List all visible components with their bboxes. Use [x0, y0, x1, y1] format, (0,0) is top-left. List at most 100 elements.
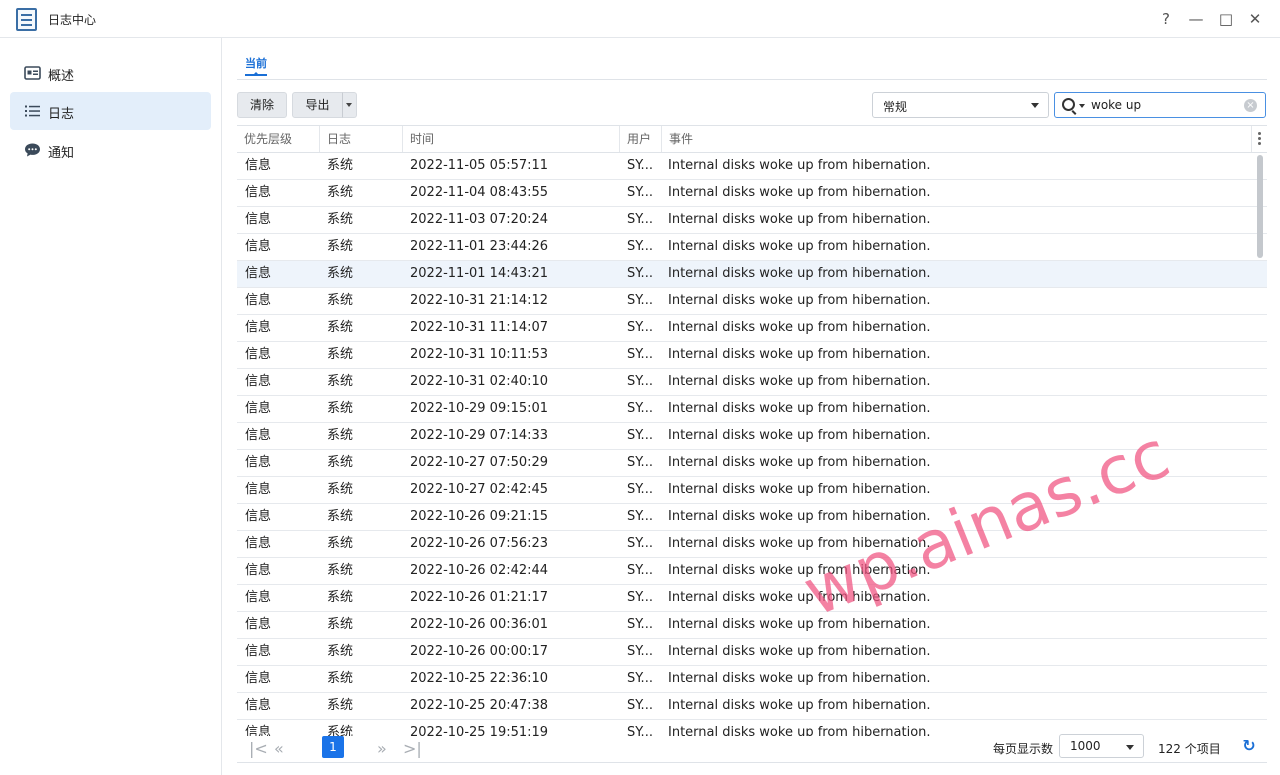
table-row[interactable]: 信息 系统 2022-10-31 21:14:12 SY... Internal dis… — [237, 288, 1267, 315]
clear-button[interactable]: 清除 — [237, 92, 287, 118]
table-row[interactable]: 信息 系统 2022-11-05 05:57:11 SY... Internal dis… — [237, 153, 1267, 180]
table-row[interactable]: 信息 系统 2022-10-26 00:00:17 SY... Internal dis… — [237, 639, 1267, 666]
cell-time: 2022-11-01 14:43:21 — [410, 266, 549, 281]
table-row[interactable]: 信息 系统 2022-10-26 02:42:44 SY... Internal dis… — [237, 558, 1267, 585]
cell-user: SY... — [627, 428, 653, 443]
cell-user: SY... — [627, 563, 653, 578]
per-page-select[interactable]: 1000 — [1059, 734, 1144, 758]
level-filter-select[interactable]: 常规 — [872, 92, 1049, 118]
cell-priority: 信息 — [245, 455, 272, 470]
table-row[interactable]: 信息 系统 2022-10-27 02:42:45 SY... Internal dis… — [237, 477, 1267, 504]
cell-log: 系统 — [327, 644, 354, 659]
sidebar: 概述 日志 通知 — [0, 38, 222, 775]
cell-user: SY... — [627, 374, 653, 389]
export-button[interactable]: 导出 — [292, 92, 343, 118]
column-header-priority[interactable]: 优先层级 — [237, 126, 320, 152]
scrollbar-thumb[interactable] — [1257, 155, 1263, 258]
cell-log: 系统 — [327, 185, 354, 200]
next-page-icon[interactable]: » — [377, 739, 387, 758]
cell-time: 2022-11-01 23:44:26 — [410, 239, 549, 254]
table-row[interactable]: 信息 系统 2022-10-26 07:56:23 SY... Internal dis… — [237, 531, 1267, 558]
sidebar-item-logs[interactable]: 日志 — [10, 92, 211, 130]
cell-event: Internal disks woke up from hibernation. — [668, 563, 931, 578]
cell-priority: 信息 — [245, 239, 272, 254]
table-row[interactable]: 信息 系统 2022-11-03 07:20:24 SY... Internal dis… — [237, 207, 1267, 234]
cell-log: 系统 — [327, 698, 354, 713]
maximize-button[interactable]: □ — [1215, 8, 1237, 30]
cell-time: 2022-10-25 19:51:19 — [410, 725, 549, 736]
table-row[interactable]: 信息 系统 2022-10-29 09:15:01 SY... Internal dis… — [237, 396, 1267, 423]
table-row[interactable]: 信息 系统 2022-10-31 11:14:07 SY... Internal dis… — [237, 315, 1267, 342]
chat-icon — [25, 143, 40, 157]
cell-priority: 信息 — [245, 320, 272, 335]
cell-user: SY... — [627, 347, 653, 362]
table-row[interactable]: 信息 系统 2022-10-31 02:40:10 SY... Internal dis… — [237, 369, 1267, 396]
table-row[interactable]: 信息 系统 2022-10-26 00:36:01 SY... Internal dis… — [237, 612, 1267, 639]
per-page-value: 1000 — [1070, 739, 1101, 753]
cell-log: 系统 — [327, 320, 354, 335]
previous-page-icon[interactable]: « — [274, 739, 284, 758]
export-dropdown-button[interactable] — [342, 92, 357, 118]
chevron-down-icon — [1126, 745, 1134, 750]
cell-user: SY... — [627, 698, 653, 713]
cell-log: 系统 — [327, 590, 354, 605]
cell-log: 系统 — [327, 212, 354, 227]
search-input[interactable] — [1091, 96, 1241, 114]
table-row[interactable]: 信息 系统 2022-11-04 08:43:55 SY... Internal dis… — [237, 180, 1267, 207]
cell-user: SY... — [627, 617, 653, 632]
cell-priority: 信息 — [245, 671, 272, 686]
minimize-button[interactable]: — — [1185, 8, 1207, 30]
table-row[interactable]: 信息 系统 2022-10-27 07:50:29 SY... Internal dis… — [237, 450, 1267, 477]
cell-log: 系统 — [327, 482, 354, 497]
sidebar-item-notifications[interactable]: 通知 — [10, 131, 211, 169]
cell-priority: 信息 — [245, 347, 272, 362]
cell-log: 系统 — [327, 293, 354, 308]
table-row[interactable]: 信息 系统 2022-10-29 07:14:33 SY... Internal dis… — [237, 423, 1267, 450]
search-options-chevron-icon[interactable] — [1079, 104, 1085, 108]
cell-event: Internal disks woke up from hibernation. — [668, 401, 931, 416]
main-panel: 当前 清除 导出 常规 × 优先层级 日志 时间 用户 事件 信息系统2022-… — [223, 38, 1280, 775]
cell-event: Internal disks woke up from hibernation. — [668, 158, 931, 173]
cell-user: SY... — [627, 158, 653, 173]
current-page-button[interactable]: 1 — [322, 736, 344, 758]
cell-priority: 信息 — [245, 590, 272, 605]
clear-search-icon[interactable]: × — [1244, 99, 1257, 112]
cell-user: SY... — [627, 185, 653, 200]
cell-log: 系统 — [327, 455, 354, 470]
chevron-down-icon — [1031, 103, 1039, 108]
last-page-icon[interactable]: >| — [403, 739, 422, 758]
cell-user: SY... — [627, 293, 653, 308]
sidebar-item-overview[interactable]: 概述 — [10, 54, 211, 92]
cell-user: SY... — [627, 536, 653, 551]
cell-time: 2022-11-03 07:20:24 — [410, 212, 549, 227]
level-filter-value: 常规 — [883, 100, 908, 114]
first-page-icon[interactable]: |< — [249, 739, 268, 758]
table-row[interactable]: 信息 系统 2022-10-25 22:36:10 SY... Internal dis… — [237, 666, 1267, 693]
search-box: × — [1054, 92, 1266, 118]
cell-event: Internal disks woke up from hibernation. — [668, 374, 931, 389]
search-icon[interactable] — [1062, 98, 1075, 111]
table-row[interactable]: 信息 系统 2022-10-25 20:47:38 SY... Internal dis… — [237, 693, 1267, 720]
table-row[interactable]: 信息 系统 2022-10-26 01:21:17 SY... Internal dis… — [237, 585, 1267, 612]
refresh-icon[interactable]: ↻ — [1239, 736, 1259, 756]
cell-event: Internal disks woke up from hibernation. — [668, 617, 931, 632]
tab-current[interactable]: 当前 — [245, 55, 267, 71]
cell-log: 系统 — [327, 374, 354, 389]
column-header-user[interactable]: 用户 — [620, 126, 662, 152]
table-row[interactable]: 信息 系统 2022-10-31 10:11:53 SY... Internal dis… — [237, 342, 1267, 369]
cell-time: 2022-10-31 11:14:07 — [410, 320, 549, 335]
cell-time: 2022-10-25 20:47:38 — [410, 698, 549, 713]
cell-time: 2022-10-25 22:36:10 — [410, 671, 549, 686]
cell-event: Internal disks woke up from hibernation. — [668, 725, 931, 736]
table-row[interactable]: 信息 系统 2022-11-01 23:44:26 SY... Internal dis… — [237, 234, 1267, 261]
table-row[interactable]: 信息 系统 2022-10-26 09:21:15 SY... Internal dis… — [237, 504, 1267, 531]
column-header-log[interactable]: 日志 — [320, 126, 403, 152]
table-row[interactable]: 信息 系统 2022-11-01 14:43:21 SY... Internal dis… — [237, 261, 1267, 288]
column-menu-icon[interactable] — [1258, 132, 1261, 146]
close-button[interactable]: ✕ — [1244, 8, 1266, 30]
column-header-time[interactable]: 时间 — [403, 126, 620, 152]
bottom-divider — [237, 762, 1267, 763]
cell-event: Internal disks woke up from hibernation. — [668, 536, 931, 551]
help-button[interactable]: ? — [1155, 8, 1177, 30]
column-header-event[interactable]: 事件 — [662, 126, 1252, 152]
